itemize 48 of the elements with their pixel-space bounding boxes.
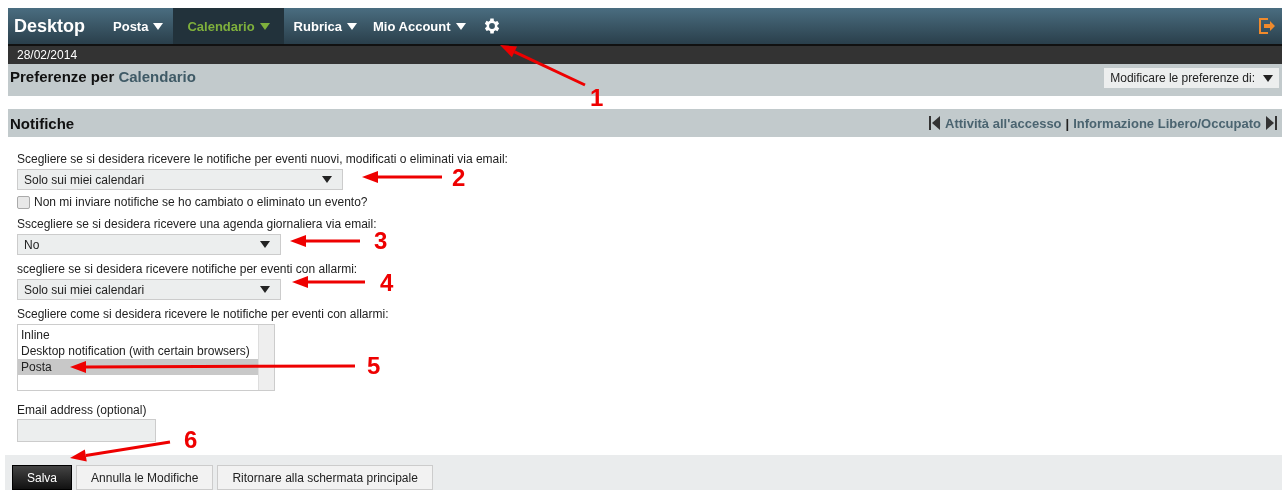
email-input-field[interactable]: [17, 419, 156, 442]
annotation-number: 4: [380, 271, 394, 295]
list-box[interactable]: Inline Desktop notification (with certain browsers) Posta: [17, 324, 275, 391]
field-label: Scegliere se si desidera ricevere le notifiche per eventi nuovi, modificati o eliminati via email:: [17, 152, 509, 166]
next-section-link[interactable]: Informazione Libero/Occupato: [1073, 115, 1261, 131]
previous-icon[interactable]: [929, 116, 941, 130]
annotation-number: 3: [374, 229, 388, 253]
nav-menu-tab[interactable]: Posta: [105, 8, 172, 44]
caret-icon: [153, 22, 164, 30]
nav-menu-tab[interactable]: Mio Account: [365, 8, 474, 44]
checkbox[interactable]: [17, 195, 30, 209]
save-button[interactable]: Salva: [12, 465, 73, 490]
next-icon[interactable]: [1265, 116, 1277, 130]
field-label: Sscegliere se si desidera ricevere una agenda giornaliera via email:: [17, 217, 378, 231]
caret-icon: [455, 22, 466, 30]
field-label: Email address (optional): [17, 403, 148, 417]
annotation-number: 6: [184, 428, 198, 452]
page-title: Preferenze per Calendario: [10, 68, 196, 85]
list-option[interactable]: Inline: [18, 327, 258, 343]
dropdown-select[interactable]: No: [17, 234, 281, 255]
previous-section-link[interactable]: Attività all'accesso: [945, 115, 1062, 131]
caret-icon: [1263, 74, 1273, 82]
preferences-scope-select[interactable]: Modificare le preferenze di:: [1104, 68, 1279, 88]
dropdown-select[interactable]: Solo sui miei calendari: [17, 169, 343, 190]
annotation-number: 5: [367, 354, 381, 378]
app-title: Desktop: [13, 14, 86, 38]
field-label: scegliere se si desidera ricevere notifiche per eventi con allarmi:: [17, 262, 359, 276]
annotation-number: 2: [452, 166, 466, 190]
section-title: Notifiche: [10, 114, 75, 132]
annotation-number: 1: [590, 86, 604, 110]
current-date: 28/02/2014: [17, 48, 78, 62]
caret-icon: [347, 22, 357, 30]
caret-icon: [322, 176, 332, 183]
caret-icon: [260, 241, 270, 248]
checkbox-label: Non mi inviare notifiche se ho cambiato o eliminato un evento?: [34, 195, 368, 209]
action-button[interactable]: Annulla le Modifiche: [76, 465, 214, 490]
list-option[interactable]: Desktop notification (with certain browsers): [18, 343, 258, 359]
caret-icon: [260, 286, 270, 293]
field-label: Scegliere come si desidera ricevere le notifiche per eventi con allarmi:: [17, 307, 390, 321]
annotation-arrow: [290, 235, 360, 247]
scrollbar[interactable]: [258, 325, 274, 390]
nav-menu-tab[interactable]: Calendario: [173, 8, 284, 44]
caret-icon: [259, 22, 270, 30]
action-button[interactable]: Ritornare alla schermata principale: [217, 465, 433, 490]
separator: |: [1065, 115, 1070, 131]
nav-menu-tab[interactable]: Rubrica: [285, 8, 365, 44]
dropdown-select[interactable]: Solo sui miei calendari: [17, 279, 281, 300]
logout-icon[interactable]: [1258, 17, 1276, 35]
